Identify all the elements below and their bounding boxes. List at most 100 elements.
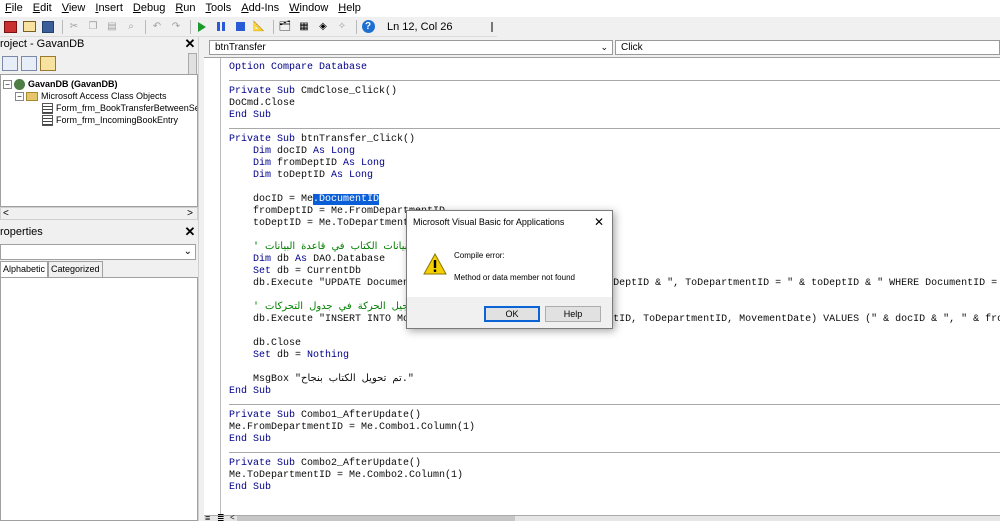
find-icon[interactable]: ⌕ bbox=[123, 19, 139, 35]
code-line[interactable]: db.Execute "INSERT INTO Movements (Docum… bbox=[229, 314, 1000, 326]
full-module-view-icon[interactable]: ≣ bbox=[217, 514, 225, 521]
project-scroll-grip[interactable] bbox=[188, 53, 197, 75]
tree-node-module[interactable]: Form_frm_IncomingBookEntry bbox=[42, 114, 178, 126]
redo-icon[interactable]: ↷ bbox=[168, 19, 184, 35]
code-line[interactable]: Me.FromDepartmentID = Me.Combo1.Column(1… bbox=[229, 422, 475, 434]
code-comment: ' تسجيل الحركة في جدول التحركات bbox=[253, 302, 421, 313]
menu-item-view[interactable]: View bbox=[57, 0, 91, 17]
ok-button[interactable]: OK bbox=[484, 306, 540, 322]
code-line[interactable]: Set db = CurrentDb bbox=[229, 266, 361, 278]
toolbox-icon[interactable]: ✧ bbox=[334, 19, 350, 35]
code-line[interactable]: DoCmd.Close bbox=[229, 98, 295, 110]
menu-item-addins[interactable]: Add-Ins bbox=[236, 0, 284, 17]
code-window-header: btnTransfer ⌄ Click bbox=[204, 37, 1000, 57]
cut-icon[interactable]: ✂ bbox=[66, 19, 82, 35]
code-token: db.Execute "INSERT INTO Movements (Docum… bbox=[229, 314, 1000, 325]
code-line[interactable]: Set db = Nothing bbox=[229, 350, 349, 362]
code-line[interactable]: Private Sub CmdClose_Click() bbox=[229, 86, 397, 98]
close-icon[interactable]: ✕ bbox=[594, 216, 604, 228]
help-button[interactable]: Help bbox=[545, 306, 601, 322]
reset-icon[interactable] bbox=[232, 19, 248, 35]
tab-categorized[interactable]: Categorized bbox=[48, 261, 103, 277]
menu-bar: File Edit View Insert Debug Run Tools Add-Ins Wi… bbox=[0, 0, 1000, 17]
procedure-view-icon[interactable]: ≡ bbox=[205, 514, 210, 521]
close-icon[interactable]: ✕ bbox=[184, 225, 196, 239]
code-token: DAO.Database bbox=[313, 254, 386, 265]
code-line[interactable]: Dim toDeptID As Long bbox=[229, 170, 373, 182]
insert-form-icon[interactable] bbox=[21, 19, 37, 35]
tab-alphabetic[interactable]: Alphabetic bbox=[0, 261, 49, 277]
copy-icon[interactable]: ❐ bbox=[85, 19, 101, 35]
code-line[interactable]: MsgBox "تم تحويل الكتاب بنجاح." bbox=[229, 374, 414, 386]
collapse-icon[interactable]: − bbox=[3, 79, 12, 89]
code-token: CmdClose_Click() bbox=[301, 86, 398, 97]
view-object-icon[interactable] bbox=[21, 55, 37, 71]
close-icon[interactable]: ✕ bbox=[184, 37, 196, 51]
menu-item-run[interactable]: Run bbox=[170, 0, 200, 17]
access-icon[interactable] bbox=[2, 19, 18, 35]
toggle-folders-icon[interactable] bbox=[40, 55, 56, 71]
code-horizontal-scrollbar[interactable]: ≡ ≣ < bbox=[204, 514, 1000, 521]
collapse-icon[interactable]: − bbox=[15, 91, 24, 101]
design-mode-icon[interactable]: 📐 bbox=[251, 19, 267, 35]
tree-node-module[interactable]: Form_frm_BookTransferBetweenSectio bbox=[42, 102, 197, 114]
tree-node-class-objects[interactable]: − Microsoft Access Class Objects bbox=[15, 90, 167, 102]
code-line[interactable]: End Sub bbox=[229, 434, 271, 446]
chevron-down-icon: ⌄ bbox=[600, 42, 608, 52]
menu-item-edit[interactable]: Edit bbox=[28, 0, 57, 17]
code-line[interactable]: Private Sub Combo2_AfterUpdate() bbox=[229, 458, 421, 470]
scroll-left-icon[interactable]: < bbox=[230, 514, 235, 521]
code-token: docID = Me bbox=[229, 194, 314, 205]
undo-icon[interactable]: ↶ bbox=[149, 19, 165, 35]
code-line[interactable]: Dim db As DAO.Database bbox=[229, 254, 385, 266]
scroll-right-icon[interactable]: > bbox=[187, 208, 193, 219]
project-explorer-icon[interactable]: 🗂 bbox=[277, 19, 293, 35]
paste-icon[interactable]: ▤ bbox=[104, 19, 120, 35]
help-icon[interactable]: ? bbox=[360, 19, 376, 35]
code-line[interactable]: db.Execute "UPDATE Documents SET FromDep… bbox=[229, 278, 1000, 290]
properties-object-select[interactable]: ⌄ bbox=[0, 244, 196, 260]
menu-item-help[interactable]: Help bbox=[333, 0, 366, 17]
code-line[interactable]: Private Sub Combo1_AfterUpdate() bbox=[229, 410, 421, 422]
project-horizontal-scrollbar[interactable]: < > bbox=[0, 207, 198, 220]
menu-item-tools[interactable]: Tools bbox=[201, 0, 237, 17]
procedure-separator bbox=[229, 80, 1000, 81]
code-line[interactable]: Dim docID As Long bbox=[229, 146, 355, 158]
code-line[interactable]: Option Compare Database bbox=[229, 62, 367, 74]
run-icon[interactable] bbox=[194, 19, 210, 35]
menu-item-insert[interactable]: Insert bbox=[90, 0, 128, 17]
scroll-thumb[interactable] bbox=[237, 516, 515, 521]
code-line[interactable]: ' تسجيل الحركة في جدول التحركات bbox=[229, 302, 420, 314]
code-line[interactable]: End Sub bbox=[229, 110, 271, 122]
break-icon[interactable] bbox=[213, 19, 229, 35]
error-heading: Compile error: bbox=[454, 251, 505, 260]
code-token: btnTransfer_Click() bbox=[301, 134, 416, 145]
code-line[interactable]: Private Sub btnTransfer_Click() bbox=[229, 134, 415, 146]
object-browser-icon[interactable]: ◈ bbox=[315, 19, 331, 35]
code-token: db = CurrentDb bbox=[277, 266, 362, 277]
properties-icon[interactable]: ▦ bbox=[296, 19, 312, 35]
code-line[interactable]: Me.ToDepartmentID = Me.Combo2.Column(1) bbox=[229, 470, 463, 482]
code-keyword: Private Sub bbox=[229, 410, 302, 421]
save-icon[interactable] bbox=[40, 19, 56, 35]
menu-item-file[interactable]: File bbox=[0, 0, 28, 17]
code-text[interactable]: Option Compare Database Private Sub CmdCl… bbox=[229, 58, 1000, 516]
code-line[interactable]: End Sub bbox=[229, 482, 271, 494]
error-message: Method or data member not found bbox=[454, 273, 575, 282]
menu-item-window[interactable]: Window bbox=[284, 0, 333, 17]
code-line[interactable]: End Sub bbox=[229, 386, 271, 398]
code-line[interactable]: toDeptID = Me.ToDepartmentID bbox=[229, 218, 421, 230]
margin-indicator-bar[interactable] bbox=[204, 58, 221, 516]
toolbar-grip[interactable] bbox=[489, 19, 495, 35]
view-code-icon[interactable] bbox=[2, 55, 18, 71]
menu-item-debug[interactable]: Debug bbox=[128, 0, 170, 17]
code-line[interactable]: docID = Me.DocumentID bbox=[229, 194, 380, 206]
object-combo[interactable]: btnTransfer ⌄ bbox=[209, 40, 613, 55]
scroll-left-icon[interactable]: < bbox=[3, 208, 9, 219]
procedure-combo[interactable]: Click bbox=[615, 40, 1000, 55]
tree-node-project[interactable]: − GavanDB (GavanDB) bbox=[3, 78, 118, 90]
code-line[interactable]: Dim fromDeptID As Long bbox=[229, 158, 385, 170]
code-line[interactable]: db.Close bbox=[229, 338, 301, 350]
code-keyword: Dim bbox=[253, 146, 278, 157]
